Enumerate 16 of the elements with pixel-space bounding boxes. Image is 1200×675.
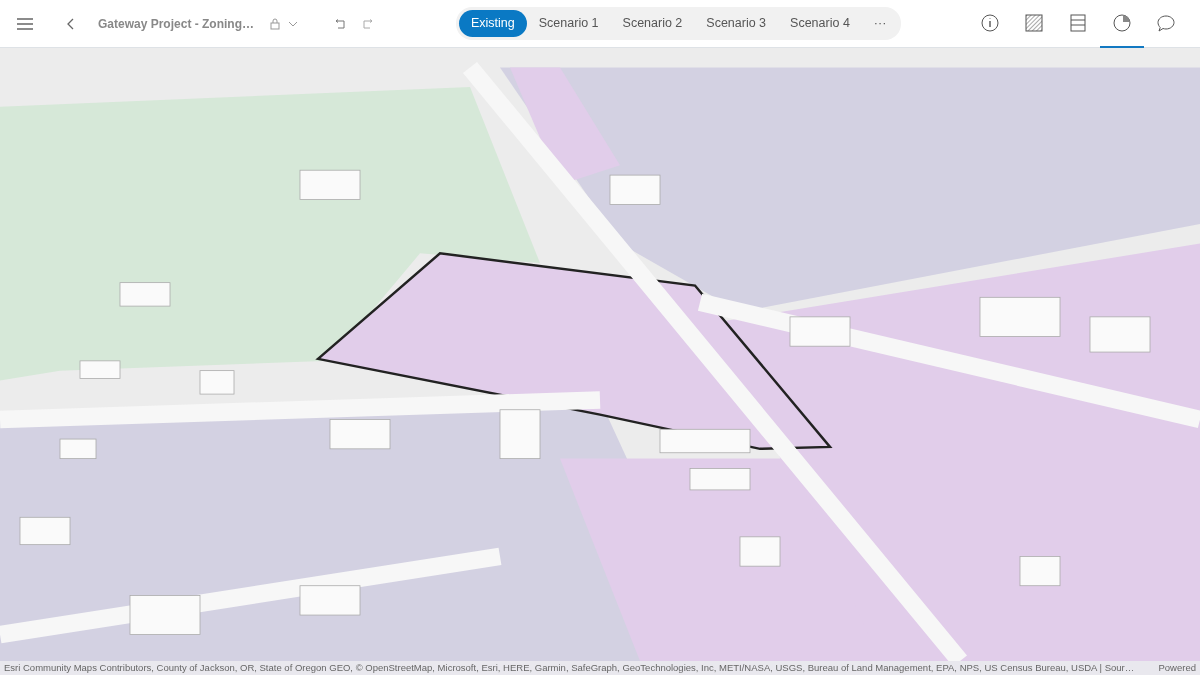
lock-icon [270, 17, 281, 30]
table-icon [1068, 12, 1088, 33]
scenario-tab[interactable]: Existing [459, 10, 527, 37]
scenario-tab[interactable]: Scenario 3 [694, 10, 779, 37]
comment-icon [1156, 12, 1176, 33]
pie-chart-icon [1112, 12, 1132, 33]
chevron-down-icon[interactable] [288, 20, 299, 27]
scenario-tab[interactable]: Scenario 2 [610, 10, 695, 37]
hatched-square-icon [1024, 12, 1044, 33]
info-icon [980, 12, 1000, 33]
more-button[interactable]: ··· [861, 10, 899, 37]
map-attribution: Esri Community Maps Contributors, County of Jackson, OR, State of Oregon GEO, © OpenStreetMap, Microsoft, Esri, HERE, Garmin, SafeGraph, GeoTechnologies, Inc, METI/NASA, USGS, Bureau of Land Management, EPA, NPS, US Census Bureau, USDA | Sour… [4, 661, 1135, 675]
scenario-tab[interactable]: Scenario 1 [526, 10, 611, 37]
scenario-tab[interactable]: Scenario 4 [778, 10, 862, 37]
project-title: Gateway Project - Zoning… [98, 15, 255, 33]
powered-by-text: Powered [1158, 661, 1196, 675]
